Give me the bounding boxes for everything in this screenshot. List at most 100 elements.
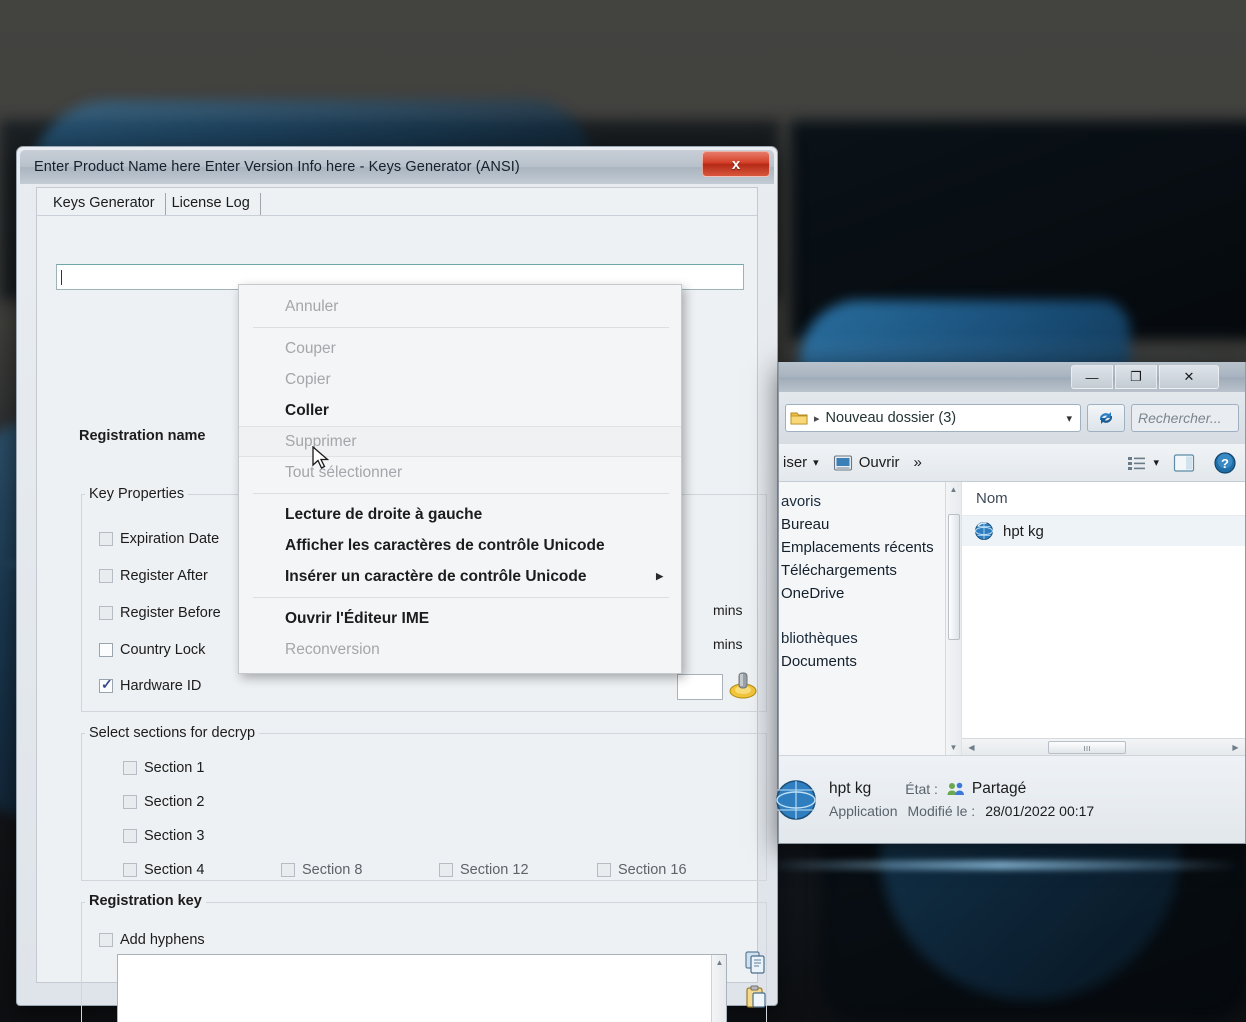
- copy-icon[interactable]: [743, 950, 769, 976]
- file-list-pane: Nom hpt kg ◀ ııı ▶: [961, 482, 1245, 755]
- row-register-after[interactable]: Register After: [99, 568, 208, 584]
- explorer-titlebar: — ❐ ✕: [779, 362, 1245, 392]
- section-3-checkbox[interactable]: [123, 829, 137, 843]
- chevron-down-icon[interactable]: ▾: [1066, 412, 1076, 425]
- menu-item-tout-selectionner[interactable]: Tout sélectionner: [239, 457, 681, 488]
- scroll-left-icon[interactable]: ◀: [964, 740, 979, 755]
- refresh-button[interactable]: [1087, 404, 1125, 432]
- menu-item-copier[interactable]: Copier: [239, 364, 681, 395]
- details-modified-value: 28/01/2022 00:17: [985, 803, 1095, 819]
- explorer-window: — ❐ ✕ ▸ Nouveau dossier (3) ▾ Rechercher…: [776, 362, 1246, 844]
- preview-pane-button[interactable]: [1173, 453, 1195, 473]
- app-globe-icon: [975, 522, 993, 540]
- nav-pane-scrollbar[interactable]: ▲ ▼: [945, 482, 961, 755]
- minimize-button[interactable]: —: [1071, 365, 1113, 389]
- details-file-name: hpt kg: [829, 780, 872, 797]
- row-section-4[interactable]: Section 4: [123, 862, 204, 878]
- register-after-checkbox[interactable]: [99, 569, 113, 583]
- key-icon[interactable]: [727, 668, 759, 700]
- nav-item-documents[interactable]: Documents: [779, 650, 961, 673]
- toolbar-overflow-button[interactable]: »: [914, 454, 922, 471]
- section-16-label: Section 16: [618, 862, 687, 878]
- paste-icon[interactable]: [743, 984, 769, 1010]
- scrollbar-thumb[interactable]: [948, 514, 960, 640]
- menu-item-reconversion[interactable]: Reconversion: [239, 634, 681, 665]
- section-16-checkbox[interactable]: [597, 863, 611, 877]
- section-4-checkbox[interactable]: [123, 863, 137, 877]
- row-section-16[interactable]: Section 16: [597, 862, 687, 878]
- open-button[interactable]: Ouvrir: [833, 454, 900, 472]
- maximize-button[interactable]: ❐: [1115, 365, 1157, 389]
- scrollbar-thumb[interactable]: ııı: [1048, 741, 1126, 754]
- tab-keys-generator[interactable]: Keys Generator: [47, 193, 166, 215]
- list-item[interactable]: hpt kg: [962, 516, 1245, 546]
- expiration-date-checkbox[interactable]: [99, 532, 113, 546]
- section-12-checkbox[interactable]: [439, 863, 453, 877]
- shared-users-icon: [947, 782, 964, 795]
- change-view-button[interactable]: ▾: [1127, 455, 1159, 471]
- row-register-before[interactable]: Register Before: [99, 605, 221, 621]
- explorer-toolbar: iser ▾ Ouvrir » ▾ ?: [779, 444, 1245, 482]
- breadcrumb[interactable]: ▸ Nouveau dossier (3) ▾: [785, 404, 1081, 432]
- menu-item-annuler[interactable]: Annuler: [239, 291, 681, 322]
- search-input[interactable]: Rechercher...: [1131, 404, 1239, 432]
- country-lock-checkbox[interactable]: [99, 643, 113, 657]
- row-section-2[interactable]: Section 2: [123, 794, 204, 810]
- window-title: Enter Product Name here Enter Version In…: [34, 159, 520, 175]
- expiration-date-label: Expiration Date: [120, 531, 220, 547]
- unit-label-mins-1: mins: [713, 602, 743, 618]
- menu-item-afficher-caracteres-unicode[interactable]: Afficher les caractères de contrôle Unic…: [239, 530, 681, 561]
- row-section-1[interactable]: Section 1: [123, 760, 204, 776]
- column-header-nom[interactable]: Nom: [962, 482, 1245, 516]
- registration-key-textarea[interactable]: ▲ ▼: [117, 954, 727, 1022]
- close-window-button[interactable]: x: [702, 151, 770, 177]
- scroll-down-icon[interactable]: ▼: [946, 740, 961, 755]
- register-before-checkbox[interactable]: [99, 606, 113, 620]
- tab-license-log[interactable]: License Log: [166, 193, 261, 215]
- section-2-checkbox[interactable]: [123, 795, 137, 809]
- register-before-label: Register Before: [120, 605, 221, 621]
- hardware-id-checkbox[interactable]: [99, 676, 113, 693]
- menu-item-coller[interactable]: Coller: [239, 395, 681, 426]
- section-1-checkbox[interactable]: [123, 761, 137, 775]
- menu-item-couper[interactable]: Couper: [239, 333, 681, 364]
- hardware-id-field[interactable]: [677, 674, 723, 700]
- scroll-up-icon[interactable]: ▲: [712, 955, 727, 970]
- details-state-value: Partagé: [971, 780, 1027, 797]
- registration-key-scrollbar[interactable]: ▲ ▼: [711, 955, 726, 1022]
- file-list-hscrollbar[interactable]: ◀ ııı ▶: [962, 738, 1245, 755]
- help-button[interactable]: ?: [1213, 451, 1237, 475]
- explorer-close-button[interactable]: ✕: [1159, 365, 1219, 389]
- keys-generator-titlebar: Enter Product Name here Enter Version In…: [20, 150, 774, 184]
- view-list-icon: [1128, 456, 1146, 470]
- add-hyphens-checkbox[interactable]: [99, 933, 113, 947]
- row-expiration-date[interactable]: Expiration Date: [99, 531, 219, 547]
- row-country-lock[interactable]: Country Lock: [99, 642, 205, 658]
- section-1-label: Section 1: [144, 760, 205, 776]
- scroll-up-icon[interactable]: ▲: [946, 482, 961, 497]
- nav-item-telechargements[interactable]: Téléchargements: [779, 559, 961, 582]
- row-add-hyphens[interactable]: Add hyphens: [99, 932, 205, 948]
- menu-item-supprimer[interactable]: Supprimer: [239, 426, 681, 457]
- nav-item-favoris[interactable]: avoris: [779, 490, 961, 513]
- section-8-checkbox[interactable]: [281, 863, 295, 877]
- unit-label-mins-2: mins: [713, 636, 743, 652]
- nav-item-bureau[interactable]: Bureau: [779, 513, 961, 536]
- sections-label: Select sections for decryp: [85, 725, 260, 741]
- details-state-label: État :: [905, 781, 938, 797]
- menu-item-lecture-droite-gauche[interactable]: Lecture de droite à gauche: [239, 499, 681, 530]
- nav-item-bibliotheques[interactable]: bliothèques: [779, 627, 961, 650]
- help-icon: ?: [1214, 451, 1236, 474]
- row-section-3[interactable]: Section 3: [123, 828, 204, 844]
- svg-text:?: ?: [1221, 456, 1229, 471]
- organize-menu[interactable]: iser ▾: [783, 454, 819, 471]
- nav-item-emplacements-recents[interactable]: Emplacements récents: [779, 536, 961, 559]
- row-section-8[interactable]: Section 8: [281, 862, 362, 878]
- nav-item-onedrive[interactable]: OneDrive: [779, 582, 961, 605]
- menu-item-inserer-caractere-unicode[interactable]: Insérer un caractère de contrôle Unicode…: [239, 561, 681, 592]
- menu-item-ouvrir-editeur-ime[interactable]: Ouvrir l'Éditeur IME: [239, 603, 681, 634]
- scroll-right-icon[interactable]: ▶: [1228, 740, 1243, 755]
- row-section-12[interactable]: Section 12: [439, 862, 529, 878]
- row-hardware-id[interactable]: Hardware ID: [99, 676, 201, 694]
- refresh-icon: [1099, 412, 1113, 424]
